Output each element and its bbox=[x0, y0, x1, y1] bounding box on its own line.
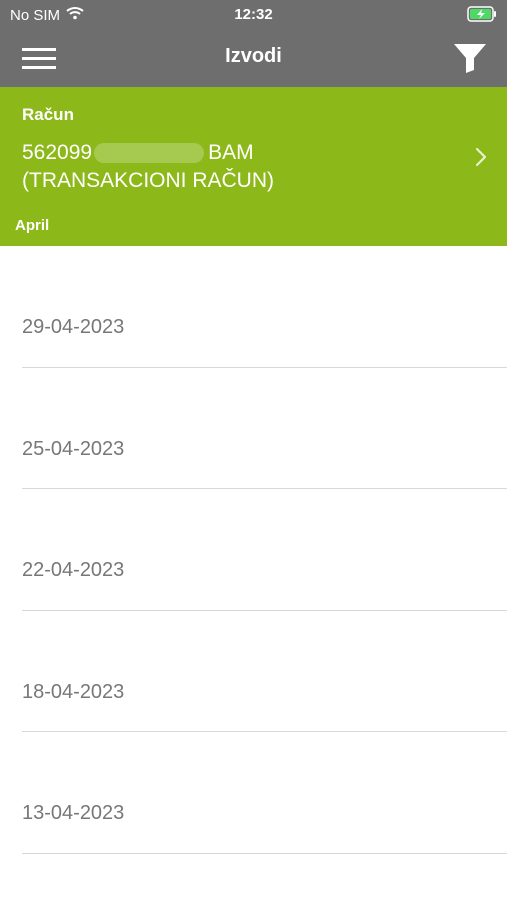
status-bar: No SIM 12:32 bbox=[0, 0, 507, 30]
status-time: 12:32 bbox=[234, 6, 273, 23]
list-item[interactable]: 13-04-2023 bbox=[0, 732, 507, 854]
battery-charging-icon bbox=[467, 6, 497, 26]
statement-date: 18-04-2023 bbox=[22, 680, 125, 703]
account-label: Račun bbox=[22, 105, 74, 124]
account-currency: BAM bbox=[208, 141, 254, 164]
account-number: 562099 BAM bbox=[22, 141, 254, 165]
statement-date: 22-04-2023 bbox=[22, 559, 125, 581]
account-selector[interactable]: Račun 562099 BAM (TRANSAKCIONI RAČUN) Ap… bbox=[0, 87, 507, 246]
statement-date: 13-04-2023 bbox=[22, 802, 125, 824]
statement-date: 29-04-2023 bbox=[22, 316, 125, 338]
filter-icon[interactable] bbox=[453, 42, 487, 74]
page-title: Izvodi bbox=[225, 45, 282, 67]
navigation-bar: Izvodi bbox=[0, 30, 507, 87]
statement-date: 25-04-2023 bbox=[22, 437, 125, 460]
statement-list: 29-04-2023 25-04-2023 22-04-2023 18-04-2… bbox=[0, 246, 507, 854]
account-name: (TRANSAKCIONI RAČUN) bbox=[22, 169, 275, 192]
account-number-mask bbox=[94, 143, 205, 163]
divider bbox=[22, 852, 507, 854]
list-item[interactable]: 25-04-2023 bbox=[0, 368, 507, 489]
account-number-prefix: 562099 bbox=[22, 141, 93, 164]
list-item[interactable]: 18-04-2023 bbox=[0, 611, 507, 732]
list-item[interactable]: 22-04-2023 bbox=[0, 489, 507, 611]
month-label: April bbox=[15, 217, 50, 234]
list-item[interactable]: 29-04-2023 bbox=[0, 246, 507, 368]
chevron-right-icon bbox=[475, 147, 487, 172]
